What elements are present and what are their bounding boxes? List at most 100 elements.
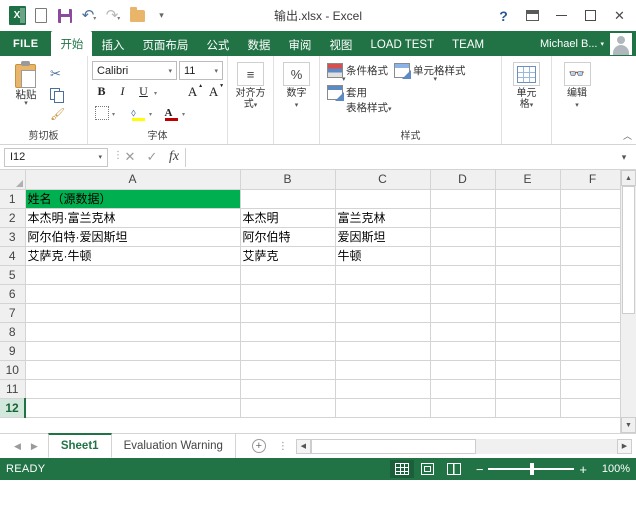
vertical-scroll-thumb[interactable] <box>622 186 635 314</box>
vertical-scroll-track[interactable] <box>621 186 636 417</box>
sheet-tab-overflow-icon[interactable]: ⋮ <box>278 441 288 452</box>
bold-button[interactable]: B <box>92 82 111 101</box>
tab-data[interactable]: 数据 <box>238 34 279 56</box>
cell-a12[interactable] <box>25 398 241 418</box>
grow-font-button[interactable]: A <box>183 82 203 101</box>
tab-home[interactable]: 开始 <box>51 31 93 56</box>
shrink-font-button[interactable]: A <box>204 82 224 101</box>
cell-d2[interactable] <box>430 208 496 228</box>
zoom-in-button[interactable]: + <box>579 463 587 476</box>
cell-f7[interactable] <box>560 303 620 323</box>
italic-button[interactable]: I <box>113 82 132 101</box>
cell-e5[interactable] <box>495 265 561 285</box>
cell-d10[interactable] <box>430 360 496 380</box>
paste-button[interactable]: 粘贴 ▾ <box>4 59 48 129</box>
cell-a7[interactable] <box>25 303 241 323</box>
cell-f6[interactable] <box>560 284 620 304</box>
tab-view[interactable]: 视图 <box>320 34 361 56</box>
cell-d9[interactable] <box>430 341 496 361</box>
cell-a4[interactable]: 艾萨克·牛顿 <box>25 246 241 266</box>
copy-button[interactable]: ▾ <box>50 85 65 103</box>
column-header-e[interactable]: E <box>495 170 561 190</box>
enter-formula-icon[interactable]: ✓ <box>141 148 163 167</box>
cell-f1[interactable] <box>560 189 620 209</box>
cell-f4[interactable] <box>560 246 620 266</box>
underline-button[interactable]: U <box>134 82 153 101</box>
chevron-down-icon[interactable]: ▾ <box>154 90 157 97</box>
cell-f11[interactable] <box>560 379 620 399</box>
cell-a8[interactable] <box>25 322 241 342</box>
next-sheet-icon[interactable]: ▶ <box>31 441 38 452</box>
editing-group-button[interactable]: 👓 编辑 ▾ <box>558 59 596 129</box>
scroll-left-icon[interactable]: ◀ <box>295 438 311 454</box>
chevron-down-icon[interactable]: ▾ <box>112 111 115 118</box>
cell-d12[interactable] <box>430 398 496 418</box>
cell-b9[interactable] <box>240 341 336 361</box>
cell-f12[interactable] <box>560 398 620 418</box>
cell-c1[interactable] <box>335 189 431 209</box>
chevron-down-icon[interactable]: ▾ <box>182 111 185 118</box>
tab-page-layout[interactable]: 页面布局 <box>133 34 197 56</box>
cell-c4[interactable]: 牛顿 <box>335 246 431 266</box>
tab-insert[interactable]: 插入 <box>92 34 133 56</box>
cancel-formula-icon[interactable]: ✕ <box>119 148 141 167</box>
tab-team[interactable]: TEAM <box>443 34 493 56</box>
cell-e8[interactable] <box>495 322 561 342</box>
column-header-c[interactable]: C <box>335 170 431 190</box>
column-header-d[interactable]: D <box>430 170 496 190</box>
horizontal-scrollbar[interactable]: ◀ ▶ <box>295 438 632 454</box>
cell-a10[interactable] <box>25 360 241 380</box>
cell-e2[interactable] <box>495 208 561 228</box>
font-name-combo[interactable]: Calibri ▾ <box>92 61 177 80</box>
sheet-tab-evaluation-warning[interactable]: Evaluation Warning <box>112 434 236 458</box>
cell-b7[interactable] <box>240 303 336 323</box>
row-header-4[interactable]: 4 <box>0 246 26 266</box>
account-area[interactable]: Michael B... ▾ <box>540 31 636 56</box>
cell-f9[interactable] <box>560 341 620 361</box>
row-header-11[interactable]: 11 <box>0 379 26 399</box>
new-file-icon[interactable] <box>30 5 52 27</box>
cut-button[interactable]: ✂ <box>50 65 65 83</box>
cell-a11[interactable] <box>25 379 241 399</box>
cell-e11[interactable] <box>495 379 561 399</box>
cell-f3[interactable] <box>560 227 620 247</box>
horizontal-scroll-thumb[interactable] <box>310 438 476 454</box>
cell-d4[interactable] <box>430 246 496 266</box>
scroll-up-icon[interactable]: ▲ <box>621 170 636 186</box>
cell-b8[interactable] <box>240 322 336 342</box>
cell-b5[interactable] <box>240 265 336 285</box>
close-icon[interactable]: ✕ <box>605 4 634 28</box>
cell-c8[interactable] <box>335 322 431 342</box>
cell-a9[interactable] <box>25 341 241 361</box>
cell-e12[interactable] <box>495 398 561 418</box>
chevron-down-icon[interactable]: ▾ <box>149 111 152 118</box>
borders-button[interactable] <box>92 103 111 122</box>
minimize-icon[interactable] <box>547 4 576 28</box>
cell-a5[interactable] <box>25 265 241 285</box>
cell-e1[interactable] <box>495 189 561 209</box>
zoom-level-label[interactable]: 100% <box>596 463 630 475</box>
page-layout-view-button[interactable] <box>416 460 440 478</box>
number-group-button[interactable]: % 数字 ▾ <box>278 59 315 129</box>
cell-f10[interactable] <box>560 360 620 380</box>
cell-d7[interactable] <box>430 303 496 323</box>
cell-b10[interactable] <box>240 360 336 380</box>
row-header-12[interactable]: 12 <box>0 398 26 418</box>
font-color-button[interactable]: A <box>162 103 181 122</box>
cell-c10[interactable] <box>335 360 431 380</box>
cell-b12[interactable] <box>240 398 336 418</box>
cell-d3[interactable] <box>430 227 496 247</box>
select-all-corner[interactable] <box>0 170 26 190</box>
cell-c2[interactable]: 富兰克林 <box>335 208 431 228</box>
cell-c12[interactable] <box>335 398 431 418</box>
cell-e9[interactable] <box>495 341 561 361</box>
cells-group-button[interactable]: 单元 格▾ <box>508 59 546 129</box>
scroll-down-icon[interactable]: ▼ <box>621 417 636 433</box>
insert-function-icon[interactable]: fx <box>163 148 185 167</box>
column-header-a[interactable]: A <box>25 170 241 190</box>
tab-review[interactable]: 审阅 <box>279 34 320 56</box>
name-box[interactable]: I12 ▾ <box>4 147 108 167</box>
cell-b4[interactable]: 艾萨克 <box>240 246 336 266</box>
cell-a1[interactable]: 姓名（源数据） <box>25 189 241 209</box>
fill-color-button[interactable]: ⬨ <box>129 103 148 122</box>
